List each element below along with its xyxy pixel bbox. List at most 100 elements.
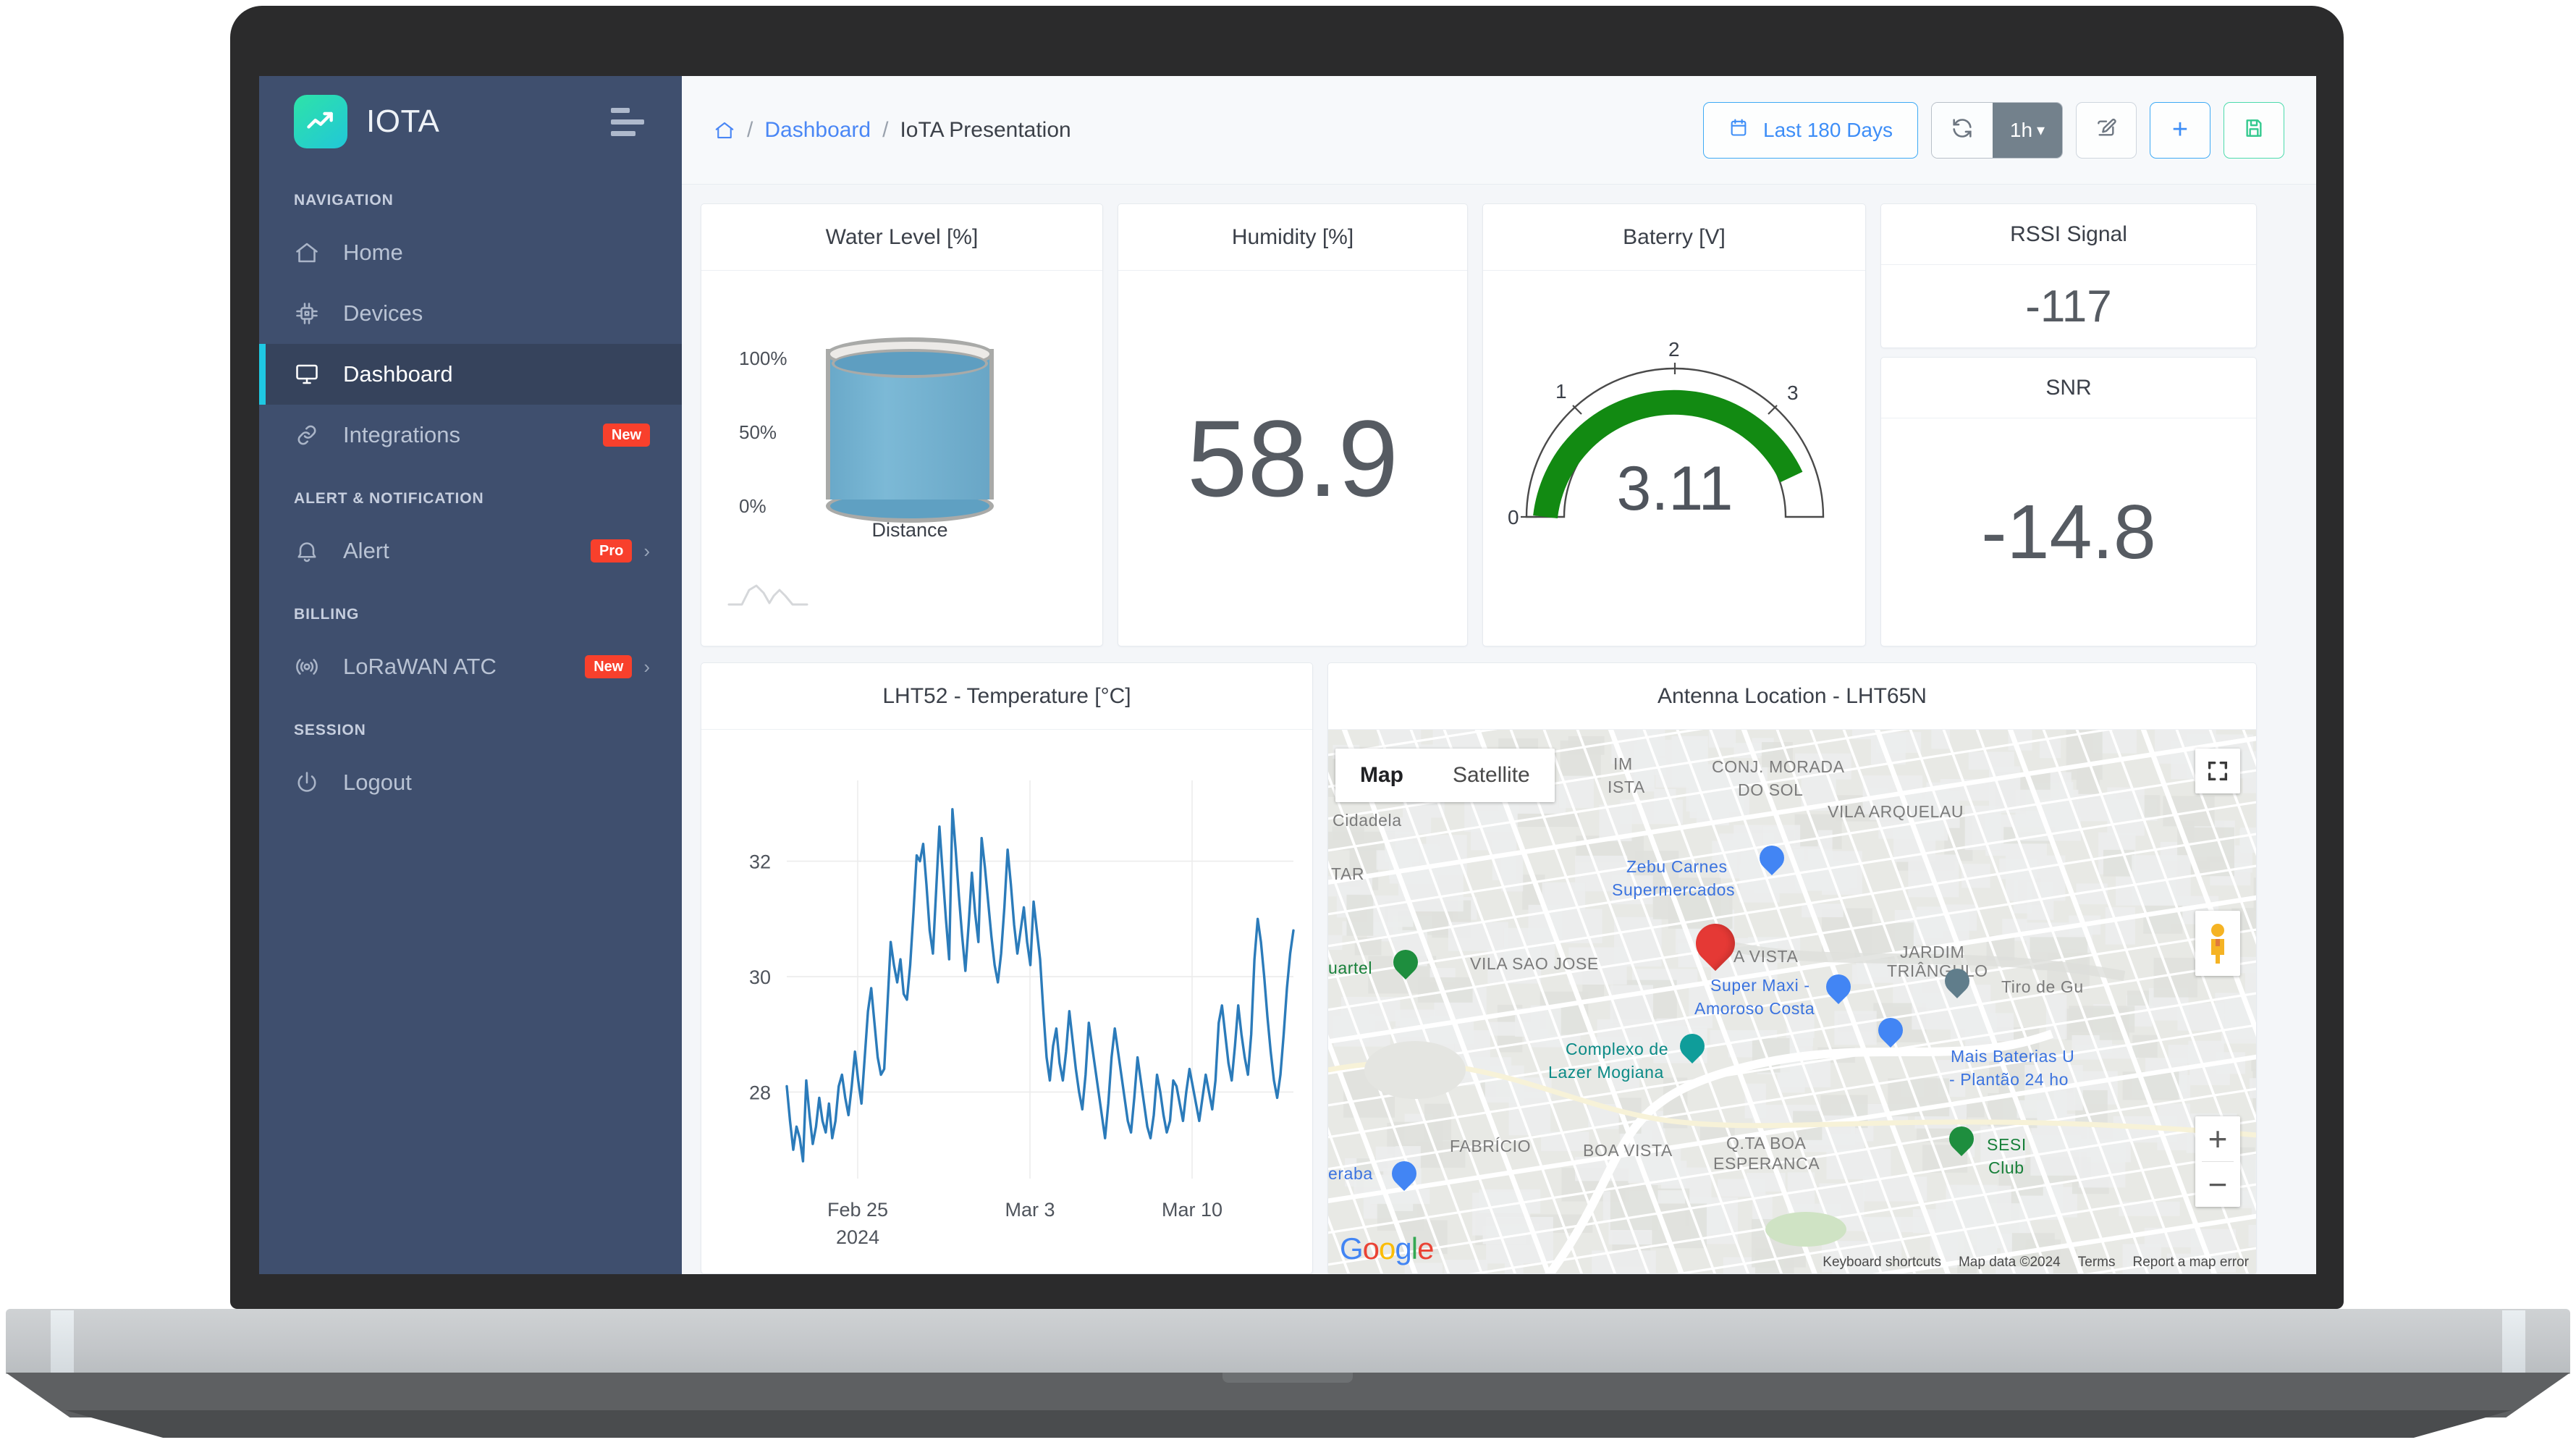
widget-title-water-level: Water Level [%]	[701, 204, 1102, 271]
map-label[interactable]: Amoroso Costa	[1694, 999, 1815, 1019]
laptop-frame: IOTA NAVIGATION Home Devices Dashboard Integ…	[0, 0, 2576, 1445]
add-widget-button[interactable]: +	[2150, 101, 2210, 159]
breadcrumb-separator-2: /	[882, 117, 889, 142]
widget-title-temperature: LHT52 - Temperature [°C]	[701, 663, 1312, 730]
tank-series-label: Distance	[871, 519, 948, 541]
zoom-out-button[interactable]: −	[2195, 1162, 2240, 1207]
map-label: A VISTA	[1733, 947, 1799, 966]
map-label[interactable]: Zebu Carnes	[1626, 857, 1728, 877]
widget-snr[interactable]: SNR -14.8	[1880, 357, 2257, 646]
widget-antenna-map[interactable]: Antenna Location - LHT65N CONJ. MORADA DO…	[1327, 662, 2257, 1274]
map-label[interactable]: Super Maxi -	[1710, 976, 1810, 995]
sidebar-section-title: BILLING	[294, 606, 360, 623]
humidity-value: 58.9	[1187, 397, 1398, 519]
map-zoom-controls: + −	[2195, 1116, 2240, 1207]
map-label: Q.TA BOA	[1726, 1134, 1807, 1153]
widget-water-level[interactable]: Water Level [%] 100% 50% 0% Distance	[701, 203, 1103, 646]
broadcast-icon	[294, 654, 326, 680]
snr-value: -14.8	[1981, 489, 2156, 575]
sidebar: IOTA NAVIGATION Home Devices Dashboard Integ…	[259, 76, 682, 1274]
sparkline-icon	[727, 577, 808, 612]
sidebar-item-label: Devices	[343, 300, 423, 326]
monitor-icon	[294, 361, 326, 387]
svg-text:Mar 10: Mar 10	[1162, 1199, 1222, 1221]
sidebar-item-label: LoRaWAN ATC	[343, 654, 497, 679]
widget-rssi[interactable]: RSSI Signal -117	[1880, 203, 2257, 348]
sidebar-item-integrations[interactable]: Integrations New	[259, 405, 682, 465]
refresh-icon	[1950, 116, 1975, 144]
widget-humidity[interactable]: Humidity [%] 58.9	[1118, 203, 1468, 646]
map-label: VILA ARQUELAU	[1828, 802, 1964, 821]
date-range-button[interactable]: Last 180 Days	[1703, 101, 1918, 159]
sidebar-item-dashboard[interactable]: Dashboard	[259, 344, 682, 405]
save-disk-icon	[2242, 117, 2265, 143]
edit-pencil-icon	[2095, 117, 2118, 143]
svg-text:2: 2	[1668, 338, 1680, 361]
map-keyboard-shortcuts[interactable]: Keyboard shortcuts	[1823, 1255, 1941, 1271]
map-label: TAR	[1331, 864, 1365, 883]
svg-text:28: 28	[749, 1082, 771, 1103]
laptop-keyboard-deck	[6, 1309, 2570, 1374]
map-terms-link[interactable]: Terms	[2078, 1255, 2116, 1271]
map-label[interactable]: SESI	[1987, 1135, 2027, 1155]
breadcrumb-dashboard[interactable]: Dashboard	[764, 118, 871, 143]
widget-title-map: Antenna Location - LHT65N	[1328, 663, 2256, 730]
edit-dashboard-button[interactable]	[2076, 101, 2137, 159]
refresh-button[interactable]	[1932, 102, 1993, 158]
widget-battery[interactable]: Baterry [V] 0 1 2 3 3.11	[1482, 203, 1866, 646]
temperature-line-chart: 28 30 32 Feb 25 2024 Mar 3 Mar 10	[701, 730, 1312, 1273]
map-label: JARDIM	[1900, 943, 1965, 961]
sidebar-item-label: Alert	[343, 538, 389, 563]
map-label[interactable]: eraba	[1328, 1164, 1373, 1184]
topbar: / Dashboard / IoTA Presentation Last 180…	[682, 76, 2316, 185]
google-map[interactable]: CONJ. MORADA DO SOL VILA ARQUELAU IM ISTA Zeb…	[1328, 730, 2256, 1273]
interval-dropdown[interactable]: 1h ▾	[1993, 102, 2062, 158]
sidebar-item-lorawan-atc[interactable]: LoRaWAN ATC New ›	[259, 636, 682, 697]
plus-icon: +	[2171, 114, 2189, 145]
pegman-icon[interactable]	[2195, 911, 2240, 976]
map-type-switcher: Map Satellite	[1335, 749, 1555, 802]
bell-icon	[294, 538, 326, 564]
map-label[interactable]: Mais Baterias U	[1951, 1047, 2074, 1066]
chevron-down-icon: ▾	[2037, 120, 2045, 139]
sidebar-item-home[interactable]: Home	[259, 222, 682, 283]
refresh-interval-group: 1h ▾	[1931, 101, 2063, 159]
sidebar-item-devices[interactable]: Devices	[259, 283, 682, 344]
rssi-value: -117	[2025, 281, 2112, 332]
map-report-error-link[interactable]: Report a map error	[2132, 1255, 2249, 1271]
map-label[interactable]: - Plantão 24 ho	[1949, 1070, 2069, 1090]
sidebar-item-label: Home	[343, 240, 403, 265]
map-label: BOA VISTA	[1583, 1141, 1673, 1160]
map-type-map[interactable]: Map	[1335, 749, 1428, 802]
svg-text:Feb 25: Feb 25	[827, 1199, 888, 1221]
map-label[interactable]: Club	[1988, 1158, 2024, 1178]
dashboard-content: Water Level [%] 100% 50% 0% Distance Hum…	[682, 185, 2316, 1274]
tank-axis-50: 50%	[739, 421, 777, 443]
tank-axis-100: 100%	[739, 347, 787, 369]
screen: IOTA NAVIGATION Home Devices Dashboard Integ…	[259, 76, 2316, 1274]
sidebar-item-label: Logout	[343, 770, 412, 795]
map-type-satellite[interactable]: Satellite	[1428, 749, 1555, 802]
home-icon[interactable]	[714, 119, 735, 141]
sidebar-item-logout[interactable]: Logout	[259, 752, 682, 813]
trending-up-icon	[294, 95, 347, 148]
widget-title-humidity: Humidity [%]	[1118, 204, 1467, 271]
hamburger-icon[interactable]	[608, 102, 647, 142]
widget-title-rssi: RSSI Signal	[1881, 204, 2256, 265]
brand: IOTA	[259, 76, 682, 167]
link-icon	[294, 422, 326, 448]
map-label: VILA SAO JOSE	[1470, 954, 1599, 973]
widget-temperature-chart[interactable]: LHT52 - Temperature [°C] 28 30 32 Feb 25 202…	[701, 662, 1313, 1274]
map-label[interactable]: uartel	[1328, 959, 1372, 978]
sidebar-item-alert[interactable]: Alert Pro ›	[259, 521, 682, 581]
tank-cylinder: Distance	[826, 337, 994, 541]
save-dashboard-button[interactable]	[2224, 101, 2284, 159]
water-tank-visual: 100% 50% 0% Distance	[701, 271, 1102, 646]
widget-title-snr: SNR	[1881, 358, 2256, 418]
zoom-in-button[interactable]: +	[2195, 1116, 2240, 1161]
map-label[interactable]: Supermercados	[1612, 880, 1735, 900]
fullscreen-icon[interactable]	[2195, 749, 2240, 793]
sidebar-item-badge: Pro	[590, 539, 633, 563]
map-label[interactable]: Lazer Mogiana	[1548, 1063, 1664, 1082]
map-label[interactable]: Complexo de	[1566, 1040, 1668, 1059]
